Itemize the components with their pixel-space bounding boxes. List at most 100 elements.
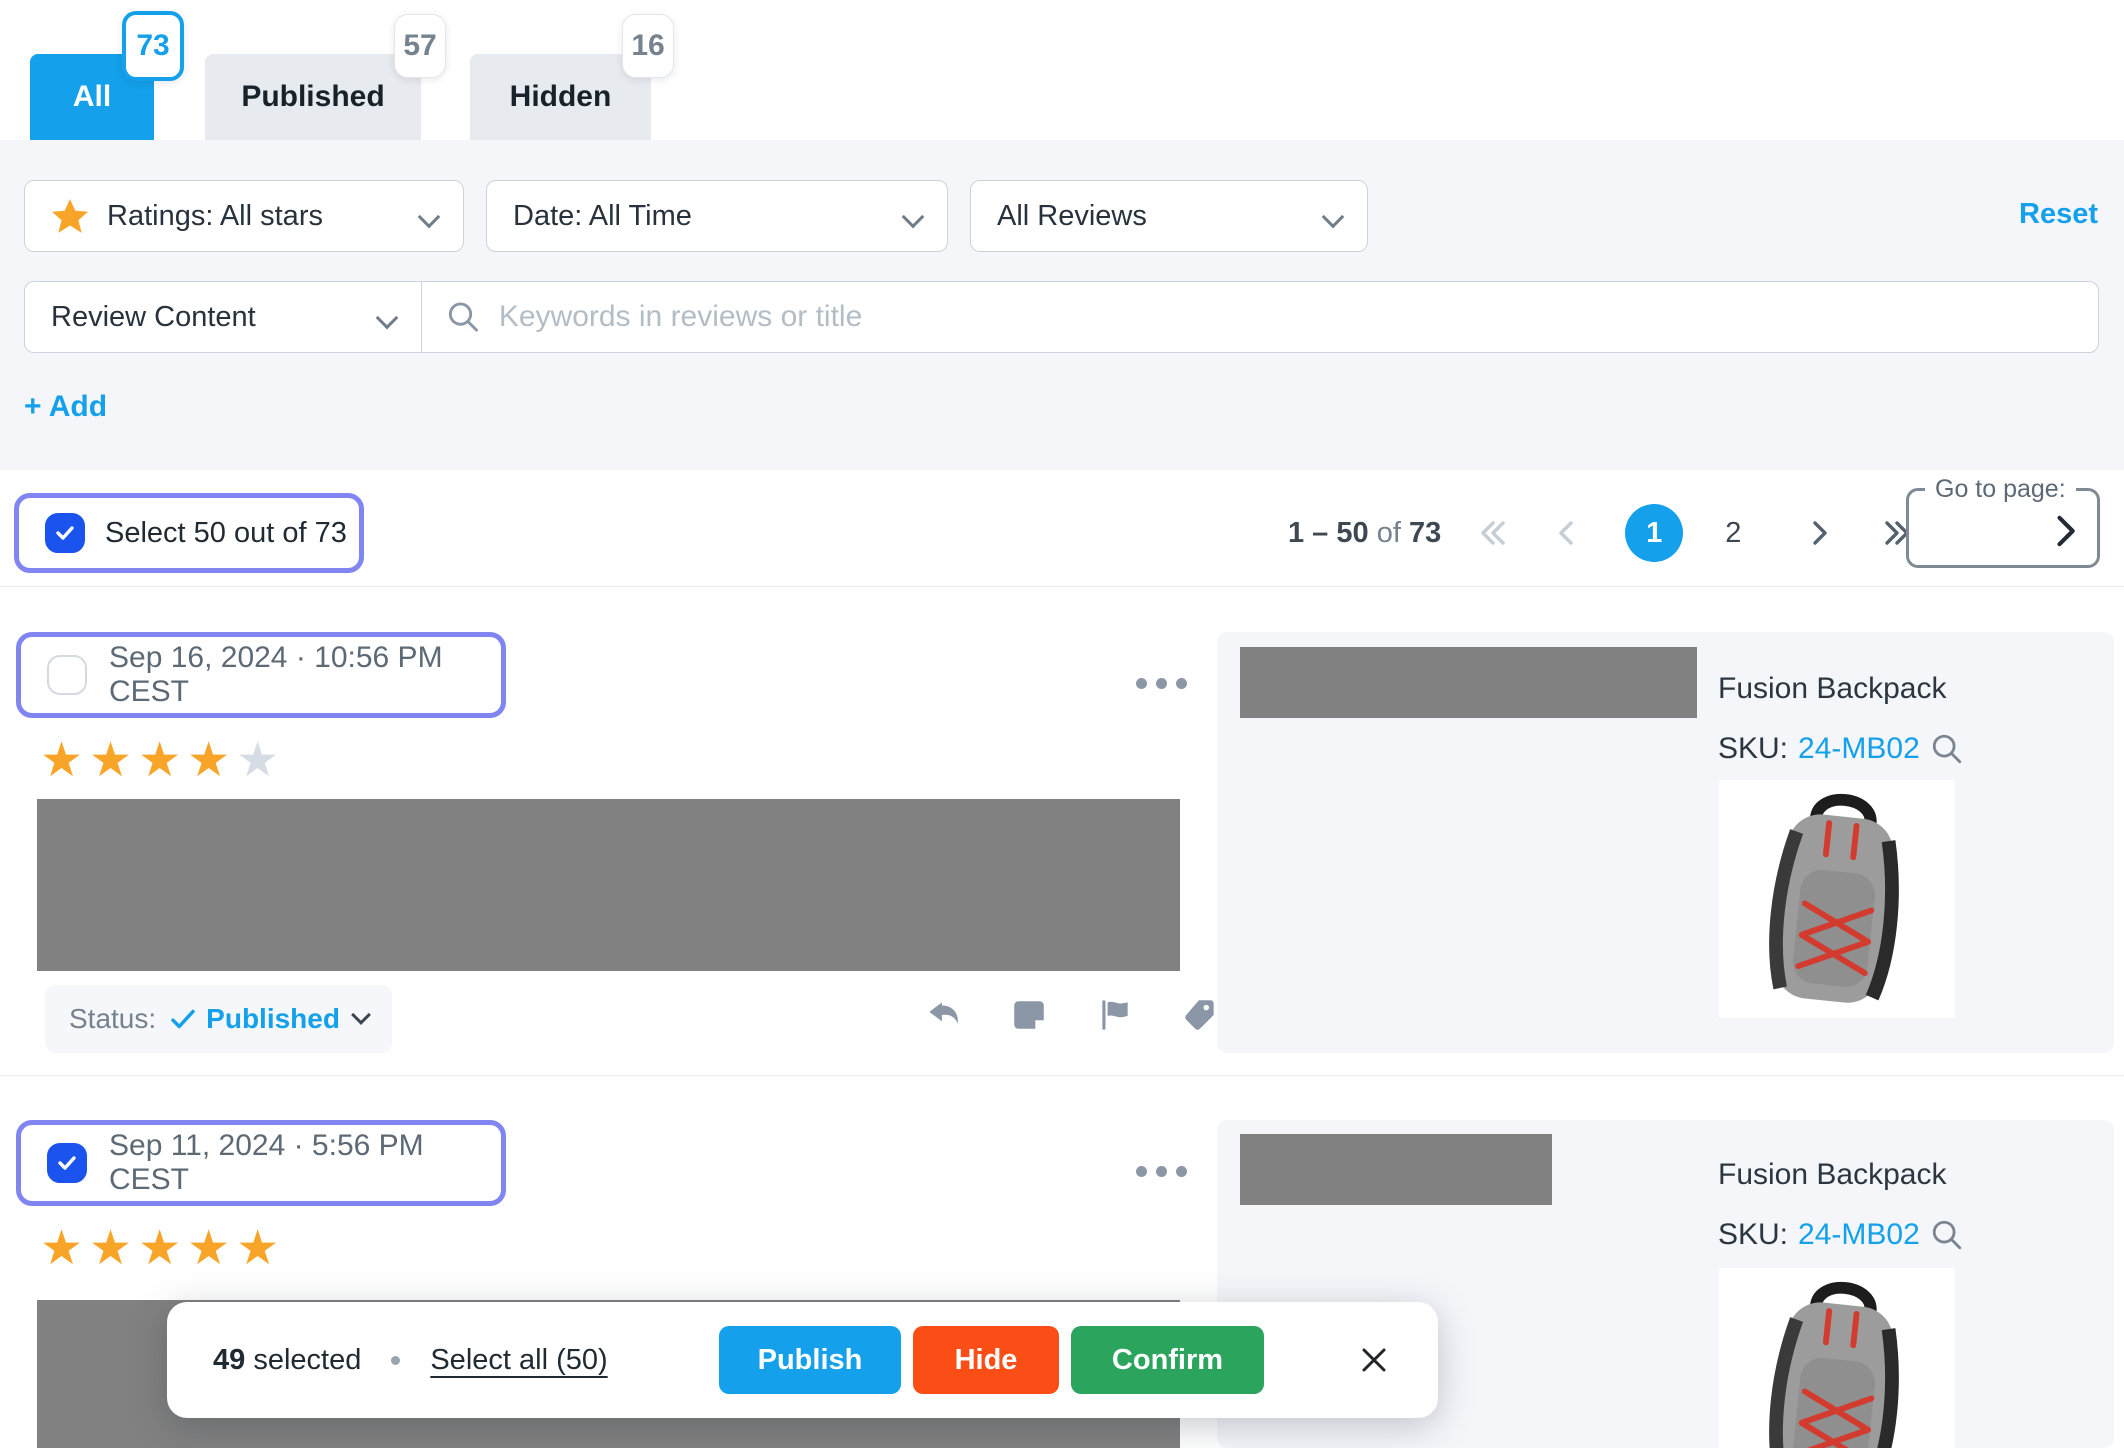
reply-icon[interactable]: [924, 996, 962, 1034]
review-1-product-sku-row: SKU: 24-MB02: [1718, 732, 1964, 766]
divider: [0, 1075, 2124, 1076]
tag-icon[interactable]: [1182, 996, 1220, 1034]
magnifier-icon[interactable]: [1930, 1218, 1964, 1252]
review-2-date: Sep 11, 2024 · 5:56 PM CEST: [109, 1129, 501, 1197]
sku-label: SKU:: [1718, 732, 1788, 766]
search-icon: [446, 299, 481, 335]
tab-published-label: Published: [241, 80, 384, 114]
star-filled-icon: ★: [89, 1220, 138, 1276]
divider: [0, 586, 2124, 587]
publish-button[interactable]: Publish: [719, 1326, 901, 1394]
review-1-status-label: Status:: [69, 1003, 156, 1035]
reset-filters-link[interactable]: Reset: [2019, 198, 2098, 231]
review-2-product-sku-row: SKU: 24-MB02: [1718, 1218, 1964, 1252]
filters-panel: Ratings: All stars Date: All Time All Re…: [0, 140, 2124, 470]
review-2-more-menu[interactable]: [1136, 1166, 1187, 1177]
check-icon: [168, 1004, 198, 1034]
keyword-search-box: [421, 281, 2099, 353]
review-1-select-highlight-box: Sep 16, 2024 · 10:56 PM CEST: [16, 632, 506, 718]
search-input[interactable]: [499, 300, 2074, 334]
star-filled-icon: ★: [40, 732, 89, 788]
star-empty-icon: ★: [236, 732, 285, 788]
search-field-selector-dropdown[interactable]: Review Content: [24, 281, 422, 353]
check-icon: [53, 521, 77, 545]
review-1-product-name: Fusion Backpack: [1718, 672, 1946, 706]
chevron-down-icon: [379, 301, 395, 334]
review-2-sku-link[interactable]: 24-MB02: [1798, 1218, 1920, 1252]
flag-icon[interactable]: [1096, 996, 1134, 1034]
previous-page-icon[interactable]: [1547, 513, 1587, 553]
date-filter-dropdown[interactable]: Date: All Time: [486, 180, 948, 252]
review-1-status-dropdown[interactable]: Status: Published: [45, 985, 392, 1053]
review-1-sku-link[interactable]: 24-MB02: [1798, 732, 1920, 766]
star-icon: [51, 197, 89, 235]
separator-dot: [391, 1356, 400, 1365]
star-filled-icon: ★: [187, 732, 236, 788]
tab-all-count: 73: [136, 29, 169, 63]
review-1-more-menu[interactable]: [1136, 678, 1187, 689]
tab-published-count: 57: [403, 29, 436, 63]
star-filled-icon: ★: [138, 732, 187, 788]
next-page-icon[interactable]: [1799, 513, 1839, 553]
note-icon[interactable]: [1010, 996, 1048, 1034]
add-filter-link[interactable]: + Add: [24, 390, 107, 424]
tab-all-label: All: [73, 80, 111, 114]
chevron-down-icon: [351, 1005, 371, 1025]
review-2-checkbox[interactable]: [47, 1143, 87, 1183]
review-2-product-name: Fusion Backpack: [1718, 1158, 1946, 1192]
tab-published[interactable]: Published: [205, 54, 421, 140]
review-2-product-image: [1719, 1268, 1955, 1448]
review-1-product-panel: Fusion Backpack SKU: 24-MB02: [1217, 632, 2114, 1053]
reviews-moderation-page: All 73 Published 57 Hidden 16 Ratings: A…: [0, 0, 2124, 1448]
tab-hidden-count-badge: 16: [622, 14, 674, 78]
review-1-star-rating: ★★★★★: [40, 736, 285, 785]
review-2-star-rating: ★★★★★: [40, 1224, 285, 1273]
review-2-select-highlight-box: Sep 11, 2024 · 5:56 PM CEST: [16, 1120, 506, 1206]
review-2-product-redacted: [1240, 1134, 1552, 1205]
star-filled-icon: ★: [187, 1220, 236, 1276]
go-to-page-input[interactable]: [1921, 503, 2051, 555]
review-1-checkbox[interactable]: [47, 655, 87, 695]
ratings-filter-label: Ratings: All stars: [107, 200, 323, 233]
pagination-range-values: 1 – 50: [1288, 517, 1369, 549]
selected-count-number: 49: [213, 1344, 245, 1376]
go-to-page-submit-icon[interactable]: [2043, 509, 2087, 558]
review-1-date: Sep 16, 2024 · 10:56 PM CEST: [109, 641, 501, 709]
select-all-checkbox[interactable]: [45, 513, 85, 553]
pagination-total: 73: [1409, 517, 1441, 549]
bulk-action-bar: 49 selected Select all (50) Publish Hide…: [167, 1302, 1438, 1418]
review-1-status-value: Published: [206, 1003, 340, 1035]
close-icon[interactable]: [1356, 1342, 1392, 1378]
tab-hidden-count: 16: [631, 29, 664, 63]
select-all-link[interactable]: Select all (50): [430, 1344, 607, 1377]
tab-all-count-badge: 73: [122, 11, 184, 81]
go-to-page-box: Go to page:: [1906, 488, 2100, 568]
review-1-product-redacted: [1240, 647, 1697, 718]
review-1-product-image: [1719, 780, 1955, 1018]
review-1-actions: [924, 996, 1220, 1034]
page-2-button[interactable]: 2: [1725, 517, 1741, 550]
hide-button[interactable]: Hide: [913, 1326, 1059, 1394]
pagination-of-word: of: [1377, 517, 1401, 549]
chevron-down-icon: [421, 200, 437, 233]
tab-hidden-label: Hidden: [510, 80, 612, 114]
magnifier-icon[interactable]: [1930, 732, 1964, 766]
star-filled-icon: ★: [138, 1220, 187, 1276]
ratings-filter-dropdown[interactable]: Ratings: All stars: [24, 180, 464, 252]
check-icon: [55, 1151, 79, 1175]
selected-word: selected: [253, 1344, 361, 1376]
review-type-filter-label: All Reviews: [997, 200, 1147, 233]
confirm-button[interactable]: Confirm: [1071, 1326, 1264, 1394]
tab-published-count-badge: 57: [394, 14, 446, 78]
select-all-highlight-box: Select 50 out of 73: [14, 493, 364, 573]
star-filled-icon: ★: [89, 732, 138, 788]
sku-label: SKU:: [1718, 1218, 1788, 1252]
select-all-label: Select 50 out of 73: [105, 517, 347, 550]
pagination: 1 – 50 of 73 1 2: [1288, 498, 1915, 568]
page-1-button[interactable]: 1: [1625, 504, 1683, 562]
review-type-filter-dropdown[interactable]: All Reviews: [970, 180, 1368, 252]
star-filled-icon: ★: [236, 1220, 285, 1276]
first-page-icon[interactable]: [1473, 513, 1513, 553]
star-filled-icon: ★: [40, 1220, 89, 1276]
pagination-range: 1 – 50 of 73: [1288, 517, 1441, 550]
